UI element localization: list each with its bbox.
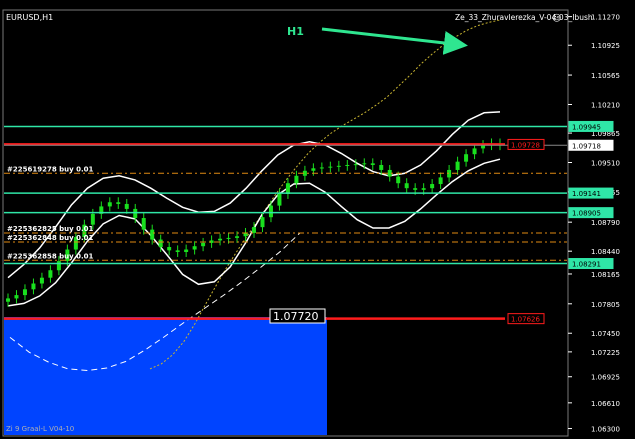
axis-tick-label: 1.10210	[591, 101, 620, 109]
axis-tick-label: 1.10565	[591, 72, 620, 80]
footer-label: Zi 9 Graal-L V04-10	[6, 425, 74, 433]
candle-body	[31, 283, 36, 290]
level-price-label: 1.09945	[572, 123, 601, 131]
candle-body	[472, 148, 477, 155]
level-price-label: 1.08291	[572, 261, 601, 269]
candle-body	[421, 188, 426, 190]
candle-body	[370, 163, 375, 165]
candle-body	[319, 167, 324, 169]
candle-body	[311, 168, 316, 171]
candle-body	[39, 277, 44, 284]
candle-body	[277, 193, 282, 206]
axis-tick-label: 1.08165	[591, 271, 620, 279]
axis-tick-label: 1.07450	[591, 330, 620, 338]
candle-body	[430, 184, 435, 189]
candle-body	[455, 161, 460, 170]
candle-body	[158, 239, 163, 248]
level-price-label: 1.09718	[572, 142, 601, 150]
candle-body	[353, 164, 358, 166]
candle-body	[116, 202, 121, 204]
order-label: #225362848 buy 0.01	[7, 234, 94, 242]
candle-body	[464, 154, 469, 162]
candle-body	[235, 236, 240, 238]
axis-tick-label: 1.07225	[591, 349, 620, 357]
candle-body	[404, 183, 409, 189]
level-price-label: 1.07626	[511, 316, 540, 324]
candle-body	[362, 163, 367, 165]
candle-body	[150, 229, 155, 240]
candle-body	[48, 270, 53, 278]
chart-window[interactable]: #225619278 buy 0.01 #225362825 buy 0.01 #2…	[0, 0, 635, 439]
level-price-label: 1.09728	[511, 141, 540, 149]
blue-zone	[4, 317, 327, 435]
candle-body	[167, 247, 172, 251]
candle-body	[268, 205, 273, 218]
candle-body	[22, 289, 27, 296]
axis-tick-label: 1.11270	[591, 14, 620, 22]
level-price-label: 1.09141	[572, 190, 601, 198]
levels-layer: #225619278 buy 0.01#225362825 buy 0.01#2…	[4, 125, 567, 320]
annotation-arrow	[321, 27, 468, 55]
candle-body	[218, 238, 223, 241]
axis-tick-label: 1.07805	[591, 301, 620, 309]
candle-body	[379, 164, 384, 170]
symbol-label: EURUSD,H1	[6, 13, 53, 22]
face-icon: ☺	[552, 13, 561, 24]
indicator-name: Ze_33_Zhuravlerezka_V-04-03_Ibush	[455, 13, 593, 22]
candle-body	[201, 242, 206, 247]
axis-tick-label: 1.09510	[591, 159, 620, 167]
candle-body	[294, 175, 299, 184]
candle-body	[396, 176, 401, 184]
order-label: #225619278 buy 0.01	[7, 165, 94, 173]
axis-tick-label: 1.06925	[591, 374, 620, 382]
candle-body	[413, 188, 418, 190]
candle-body	[133, 208, 138, 219]
candle-body	[192, 246, 197, 250]
candle-body	[260, 217, 265, 228]
candle-body	[90, 213, 95, 225]
candle-body	[328, 166, 333, 168]
axis-tick-label: 1.06610	[591, 400, 620, 408]
timeframe-annotation: H1	[287, 25, 304, 38]
price-readout: 1.07720	[273, 310, 319, 323]
candle-body	[184, 249, 189, 253]
candle-body	[438, 177, 443, 185]
candle-body	[141, 218, 146, 230]
candle-body	[107, 202, 112, 207]
candle-body	[345, 164, 350, 166]
order-label: #225362858 buy 0.01	[7, 252, 94, 260]
candles-layer	[6, 138, 502, 307]
candle-body	[124, 203, 129, 209]
candle-body	[14, 295, 19, 299]
candle-body	[56, 261, 61, 271]
axis-tick-label: 1.10925	[591, 42, 620, 50]
axis-tick-label: 1.08790	[591, 219, 620, 227]
candle-body	[336, 165, 341, 167]
candle-body	[226, 237, 231, 239]
price-axis: 1.112701.109251.105651.102101.098651.095…	[507, 14, 620, 434]
order-label: #225362825 buy 0.01	[7, 225, 94, 233]
axis-tick-label: 1.08440	[591, 248, 620, 256]
candle-body	[175, 250, 180, 253]
candle-body	[6, 298, 10, 302]
axis-tick-label: 1.06300	[591, 426, 620, 434]
price-chart[interactable]: #225619278 buy 0.01#225362825 buy 0.01#2…	[0, 0, 635, 439]
level-price-label: 1.08905	[572, 210, 601, 218]
candle-body	[252, 227, 256, 233]
